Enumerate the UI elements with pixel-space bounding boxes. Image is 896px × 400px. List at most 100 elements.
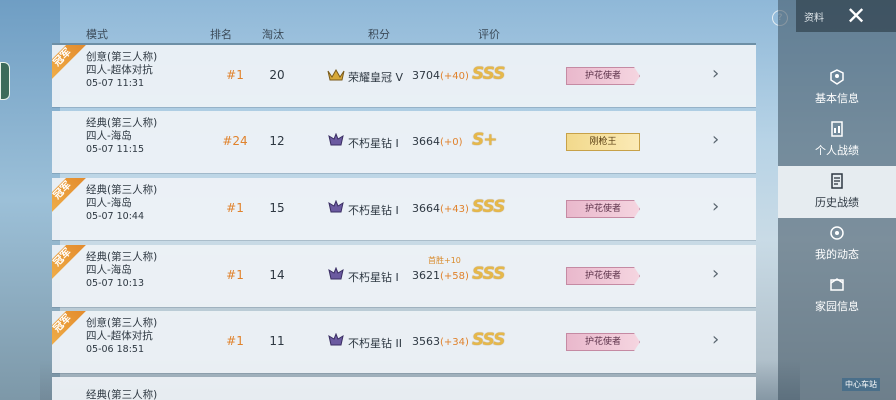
match-mode: 经典(第三人称) 四人-海岛 05-07 11:15 [86,117,157,156]
match-time: 05-07 11:15 [86,144,145,155]
elim-value: 20 [269,68,285,82]
score: 3563(+34) [412,335,469,348]
diamond-tier-icon [328,267,344,280]
map-name: 四人-海岛 [86,264,132,276]
grade: SSS [472,330,506,350]
sidebar-item-label: 历史战绩 [815,196,859,209]
tier-name: 不朽星钻 II [348,337,402,350]
title-badge: 刚枪王 [566,133,640,151]
title-badge: 护花使者 [566,67,640,85]
match-row-partial[interactable]: 经典(第三人称) [52,377,756,400]
tier-name: 荣耀皇冠 V [348,71,404,84]
mode-name: 经典(第三人称) [86,184,158,196]
sidebar-item-label: 个人战绩 [815,144,859,157]
sidebar: 资料 ✕ 基本信息 个人战绩 历史战绩 我的动态 家园信息 [778,0,896,400]
sidebar-item-label: 基本信息 [815,92,859,105]
mode-name: 经典(第三人称) [86,251,158,263]
my-feed-icon [830,226,844,240]
grade: S+ [472,130,497,150]
rank-value: #1 [226,201,244,215]
score-delta: (+40) [440,71,469,82]
match-row[interactable]: 经典(第三人称) 四人-海岛 05-07 11:15 #24 12 不朽星钻 I… [52,111,756,173]
champion-badge: 冠军 [52,45,88,83]
header-points: 积分 [368,28,390,41]
background-left [0,0,60,400]
score-delta: (+58) [440,271,469,282]
sidebar-item-basic-info[interactable]: 基本信息 [778,62,896,114]
match-mode: 创意(第三人称) 四人-超体对抗 05-07 11:31 [86,51,157,90]
sidebar-item-history-record[interactable]: 历史战绩 [778,166,896,218]
sidebar-item-my-feed[interactable]: 我的动态 [778,218,896,270]
map-name: 四人-超体对抗 [86,330,153,342]
mode-name: 创意(第三人称) [86,317,158,329]
diamond-tier-icon [328,133,344,146]
sidebar-top: 资料 ✕ [796,0,896,32]
score-value: 3664 [412,135,440,148]
grade: SSS [472,197,506,217]
score-value: 3704 [412,69,440,82]
header-rating: 评价 [478,28,500,41]
grade: SSS [472,64,506,84]
match-mode: 经典(第三人称) 四人-海岛 05-07 10:13 [86,251,157,290]
elim-value: 15 [269,201,285,215]
map-name: 四人-海岛 [86,130,132,142]
match-row[interactable]: 冠军 创意(第三人称) 四人-超体对抗 05-07 11:31 #1 20 荣耀… [52,45,756,107]
score-delta: (+43) [440,204,469,215]
rank-value: #24 [222,134,248,148]
match-mode: 创意(第三人称) 四人-超体对抗 05-06 18:51 [86,317,157,356]
champion-badge: 冠军 [52,311,88,349]
match-time: 05-07 11:31 [86,78,145,89]
mode-name: 经典(第三人称) [86,389,158,400]
history-record-icon [831,173,843,189]
chevron-right-icon[interactable]: › [712,329,719,350]
rank-value: #1 [226,68,244,82]
profile-label: 资料 [804,13,824,24]
grade: SSS [472,264,506,284]
match-row[interactable]: 冠军 经典(第三人称) 四人-海岛 05-07 10:13 #1 14 不朽星钻… [52,245,756,307]
match-time: 05-07 10:44 [86,211,145,222]
score-value: 3621 [412,269,440,282]
chevron-right-icon[interactable]: › [712,129,719,150]
sidebar-item-label: 家园信息 [815,300,859,313]
match-row[interactable]: 冠军 经典(第三人称) 四人-海岛 05-07 10:44 #1 15 不朽星钻… [52,178,756,240]
diamond-tier-icon [328,333,344,346]
first-win-bonus: 首胜+10 [428,256,461,265]
basic-info-icon [830,69,844,85]
score-delta: (+0) [440,137,463,148]
header-mode: 模式 [86,28,108,41]
map-name: 四人-海岛 [86,197,132,209]
score-delta: (+34) [440,337,469,348]
sidebar-item-home-info[interactable]: 家园信息 [778,270,896,322]
close-icon[interactable]: ✕ [846,2,866,30]
header-elim: 淘汰 [262,28,284,41]
sidebar-item-label: 我的动态 [815,248,859,261]
rank-value: #1 [226,334,244,348]
left-edge-tab[interactable] [0,62,10,100]
elim-value: 11 [269,334,285,348]
champion-badge: 冠军 [52,245,88,283]
score-value: 3664 [412,202,440,215]
crown-tier-icon [327,68,345,81]
tier-name: 不朽星钻 I [348,137,399,150]
champion-badge: 冠军 [52,178,88,216]
mode-name: 经典(第三人称) [86,117,158,129]
table-header: 模式 排名 淘汰 积分 评价 [52,22,756,44]
match-mode: 经典(第三人称) 四人-海岛 05-07 10:44 [86,184,157,223]
match-time: 05-07 10:13 [86,278,145,289]
home-info-icon [830,278,844,291]
match-row[interactable]: 冠军 创意(第三人称) 四人-超体对抗 05-06 18:51 #1 11 不朽… [52,311,756,373]
chevron-right-icon[interactable]: › [712,63,719,84]
elim-value: 14 [269,268,285,282]
score: 3621(+58) [412,269,469,282]
map-name: 四人-超体对抗 [86,64,153,76]
elim-value: 12 [269,134,285,148]
score: 3664(+0) [412,135,463,148]
sidebar-item-personal-record[interactable]: 个人战绩 [778,114,896,166]
score: 3664(+43) [412,202,469,215]
chevron-right-icon[interactable]: › [712,263,719,284]
personal-record-icon [831,121,843,137]
station-sign: 中心车站 [842,378,880,391]
mode-name: 创意(第三人称) [86,51,158,63]
chevron-right-icon[interactable]: › [712,196,719,217]
title-badge: 护花使者 [566,200,640,218]
